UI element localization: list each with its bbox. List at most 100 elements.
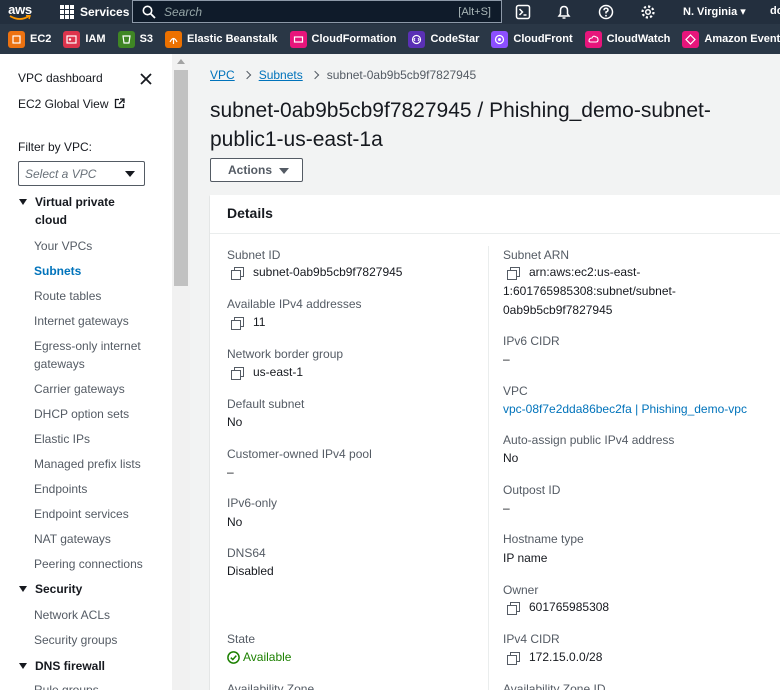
sidebar-item-peering-connections[interactable]: Peering connections xyxy=(34,555,143,573)
breadcrumb-vpc-link[interactable]: VPC xyxy=(210,68,235,82)
cloudfront-icon xyxy=(491,30,509,48)
services-grid-icon[interactable] xyxy=(60,5,74,19)
sidebar-item-dhcp-option-sets[interactable]: DHCP option sets xyxy=(34,405,129,423)
scroll-up-arrow-icon[interactable] xyxy=(177,59,185,64)
network-border-group-value: us-east-1 xyxy=(253,365,304,379)
scrollbar-thumb[interactable] xyxy=(174,70,188,286)
owner-value: 601765985308 xyxy=(529,600,610,614)
actions-dropdown-button[interactable]: Actions xyxy=(210,158,303,182)
favorite-cloudformation[interactable]: CloudFormation xyxy=(289,30,397,48)
sidebar-item-nat-gateways[interactable]: NAT gateways xyxy=(34,530,111,548)
sidebar-scrollbar[interactable] xyxy=(172,54,190,690)
close-icon[interactable] xyxy=(139,72,153,86)
sidebar-item-security-groups[interactable]: Security groups xyxy=(34,631,117,649)
section-security[interactable]: Security xyxy=(18,580,82,598)
favorite-label: IAM xyxy=(85,33,106,45)
sidebar-item-egress-only-internet-gateways[interactable]: Egress-only internet gateways xyxy=(34,337,152,373)
favorite-s3[interactable]: S3 xyxy=(117,30,154,48)
copy-icon[interactable] xyxy=(507,267,520,280)
filter-by-vpc-label: Filter by VPC: xyxy=(18,140,93,154)
ec2-icon xyxy=(8,30,25,48)
subnet-arn-label: Subnet ARN xyxy=(503,248,570,262)
sidebar-item-route-tables[interactable]: Route tables xyxy=(34,287,101,305)
services-menu-button[interactable]: Services xyxy=(80,5,129,19)
section-dns-firewall[interactable]: DNS firewall xyxy=(18,657,105,675)
sidebar-item-internet-gateways[interactable]: Internet gateways xyxy=(34,312,129,330)
favorite-label: CloudFront xyxy=(513,33,573,45)
sidebar-item-endpoint-services[interactable]: Endpoint services xyxy=(34,505,129,523)
copy-icon[interactable] xyxy=(231,267,244,280)
column-divider xyxy=(488,246,489,690)
account-menu[interactable]: do xyxy=(770,5,780,17)
ipv6-only-label: IPv6-only xyxy=(227,496,278,510)
ipv6-cidr-label: IPv6 CIDR xyxy=(503,334,560,348)
network-border-group-label: Network border group xyxy=(227,347,344,361)
sidebar-item-elastic-ips[interactable]: Elastic IPs xyxy=(34,430,90,448)
aws-logo-text: aws xyxy=(8,1,32,17)
hostname-type-value: IP name xyxy=(503,551,548,565)
help-icon[interactable] xyxy=(598,4,614,20)
cloudshell-icon[interactable] xyxy=(515,4,531,20)
sidebar-item-endpoints[interactable]: Endpoints xyxy=(34,480,87,498)
favorites-bar: EC2 IAM S3 Elastic Beanstalk CloudFormat… xyxy=(0,24,780,54)
s3-icon xyxy=(117,30,135,48)
vpc-link[interactable]: vpc-08f7e2dda86bec2fa | Phishing_demo-vp… xyxy=(503,402,747,416)
cloudwatch-icon xyxy=(584,30,602,48)
favorite-label: CloudWatch xyxy=(606,33,671,45)
page-title: subnet-0ab9b5cb9f7827945 / Phishing_demo… xyxy=(210,99,711,151)
sidebar-item-rule-groups[interactable]: Rule groups xyxy=(34,681,99,690)
favorite-codestar[interactable]: CodeStar xyxy=(408,30,479,48)
customer-owned-ipv4-pool-label: Customer-owned IPv4 pool xyxy=(227,447,372,461)
codestar-icon xyxy=(408,30,426,48)
copy-icon[interactable] xyxy=(231,367,244,380)
top-navigation-bar: aws Services Search [Alt+S] N. Virginia … xyxy=(0,0,780,24)
vpc-filter-placeholder: Select a VPC xyxy=(25,167,97,181)
sidebar-item-subnets[interactable]: Subnets xyxy=(34,262,81,280)
auto-assign-ipv4-value: No xyxy=(503,451,519,465)
available-ipv4-value: 11 xyxy=(253,315,266,329)
copy-icon[interactable] xyxy=(507,602,520,615)
sidebar-item-ec2-global-view[interactable]: EC2 Global View xyxy=(18,97,125,111)
default-subnet-value: No xyxy=(227,415,243,429)
favorite-eventbridge[interactable]: Amazon EventBridge xyxy=(682,30,780,48)
favorite-label: S3 xyxy=(139,33,154,45)
favorite-label: CloudFormation xyxy=(311,33,397,45)
vpc-filter-select[interactable]: Select a VPC xyxy=(18,161,145,186)
state-label: State xyxy=(227,632,256,646)
favorite-cloudfront[interactable]: CloudFront xyxy=(491,30,573,48)
sidebar-item-managed-prefix-lists[interactable]: Managed prefix lists xyxy=(34,455,141,473)
details-panel: Details Subnet ID subnet-0ab9b5cb9f78279… xyxy=(210,195,780,690)
copy-icon[interactable] xyxy=(507,652,520,665)
aws-logo[interactable]: aws xyxy=(0,0,40,24)
dns64-value: Disabled xyxy=(227,564,274,578)
sidebar: VPC dashboard EC2 Global View Filter by … xyxy=(0,54,172,690)
sidebar-item-network-acls[interactable]: Network ACLs xyxy=(34,606,110,624)
search-input[interactable]: Search [Alt+S] xyxy=(132,0,502,23)
state-value: Available xyxy=(243,650,292,664)
details-heading: Details xyxy=(227,205,273,221)
settings-gear-icon[interactable] xyxy=(640,4,656,20)
section-virtual-private-cloud[interactable]: Virtual private cloud xyxy=(18,193,138,229)
favorite-label: EC2 xyxy=(30,33,52,45)
beanstalk-icon xyxy=(165,30,183,48)
region-selector[interactable]: N. Virginia ▾ xyxy=(683,5,746,18)
aws-smile-icon xyxy=(9,14,31,20)
favorite-elastic-beanstalk[interactable]: Elastic Beanstalk xyxy=(165,30,278,48)
customer-owned-ipv4-pool-value: – xyxy=(227,465,234,479)
sidebar-item-your-vpcs[interactable]: Your VPCs xyxy=(34,237,92,255)
status-available-icon xyxy=(227,651,240,664)
section-label: DNS firewall xyxy=(35,659,106,673)
subnet-arn-value-line1: arn:aws:ec2:us-east- xyxy=(529,265,641,279)
copy-icon[interactable] xyxy=(231,317,244,330)
sidebar-item-carrier-gateways[interactable]: Carrier gateways xyxy=(34,380,125,398)
favorite-cloudwatch[interactable]: CloudWatch xyxy=(584,30,671,48)
breadcrumb-subnets-link[interactable]: Subnets xyxy=(259,68,303,82)
outpost-id-label: Outpost ID xyxy=(503,483,561,497)
caret-down-icon xyxy=(19,199,27,205)
caret-down-icon xyxy=(19,663,27,669)
notifications-bell-icon[interactable] xyxy=(556,4,572,20)
favorite-ec2[interactable]: EC2 xyxy=(8,30,52,48)
sidebar-item-vpc-dashboard[interactable]: VPC dashboard xyxy=(18,71,103,85)
favorite-iam[interactable]: IAM xyxy=(63,30,106,48)
dns64-label: DNS64 xyxy=(227,546,266,560)
